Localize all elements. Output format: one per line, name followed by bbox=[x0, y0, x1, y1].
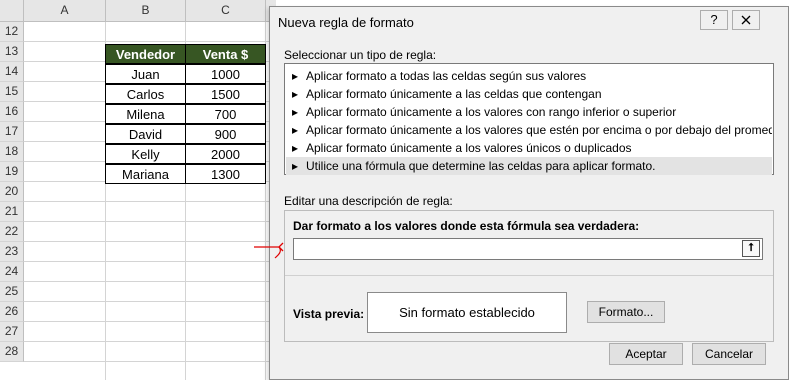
table-cell[interactable]: 1300 bbox=[185, 164, 266, 184]
rule-type-item-selected[interactable]: ▸ Utilice una fórmula que determine las c… bbox=[286, 157, 772, 175]
arrow-up-icon: ⭡ bbox=[748, 242, 754, 254]
arrow-icon: ▸ bbox=[292, 159, 299, 173]
divider bbox=[285, 275, 773, 276]
table-header-vendedor[interactable]: Vendedor bbox=[105, 44, 186, 64]
table-cell[interactable]: 700 bbox=[185, 104, 266, 124]
row-header[interactable]: 25 bbox=[0, 282, 24, 302]
select-all-corner[interactable] bbox=[0, 0, 24, 22]
formula-label: Dar formato a los valores donde esta fór… bbox=[293, 219, 640, 233]
column-header-b[interactable]: B bbox=[106, 0, 186, 22]
formula-input[interactable]: ⭡ bbox=[293, 238, 763, 260]
arrow-icon: ▸ bbox=[292, 123, 299, 137]
row-header[interactable]: 28 bbox=[0, 342, 24, 362]
dialog-titlebar[interactable]: Nueva regla de formato ? bbox=[270, 7, 788, 37]
row-header[interactable]: 17 bbox=[0, 122, 24, 142]
rule-type-item[interactable]: ▸ Aplicar formato únicamente a los valore… bbox=[286, 139, 772, 157]
rule-type-label: Aplicar formato únicamente a los valores… bbox=[306, 123, 772, 137]
row-header[interactable]: 26 bbox=[0, 302, 24, 322]
rule-description-box: Dar formato a los valores donde esta fór… bbox=[284, 210, 774, 342]
rule-type-label: Aplicar formato a todas las celdas según… bbox=[306, 69, 587, 83]
rule-type-label: Aplicar formato únicamente a los valores… bbox=[306, 105, 677, 119]
row-header[interactable]: 16 bbox=[0, 102, 24, 122]
accept-button[interactable]: Aceptar bbox=[609, 343, 683, 365]
row-header[interactable]: 18 bbox=[0, 142, 24, 162]
preview-label: Vista previa: bbox=[293, 307, 365, 321]
close-button[interactable] bbox=[732, 10, 760, 30]
table-cell[interactable]: Milena bbox=[105, 104, 186, 124]
table-cell[interactable]: Juan bbox=[105, 64, 186, 84]
row-header[interactable]: 19 bbox=[0, 162, 24, 182]
edit-rule-description-label: Editar una descripción de regla: bbox=[284, 194, 453, 208]
rule-type-label: Utilice una fórmula que determine las ce… bbox=[306, 159, 656, 173]
rule-type-item[interactable]: ▸ Aplicar formato únicamente a los valore… bbox=[286, 121, 772, 139]
arrow-icon: ▸ bbox=[292, 69, 299, 83]
row-header[interactable]: 20 bbox=[0, 182, 24, 202]
table-cell[interactable]: Kelly bbox=[105, 144, 186, 164]
row-header[interactable]: 14 bbox=[0, 62, 24, 82]
column-header-c[interactable]: C bbox=[186, 0, 266, 22]
preview-box: Sin formato establecido bbox=[367, 292, 567, 333]
row-header[interactable]: 23 bbox=[0, 242, 24, 262]
table-cell[interactable]: David bbox=[105, 124, 186, 144]
cancel-button[interactable]: Cancelar bbox=[692, 343, 766, 365]
annotation-arrow-icon bbox=[254, 242, 284, 259]
arrow-icon: ▸ bbox=[292, 87, 299, 101]
row-header[interactable]: 12 bbox=[0, 22, 24, 42]
rule-type-label: Aplicar formato únicamente a las celdas … bbox=[306, 87, 602, 101]
help-button[interactable]: ? bbox=[700, 10, 728, 30]
table-header-venta[interactable]: Venta $ bbox=[185, 44, 266, 64]
row-header[interactable]: 24 bbox=[0, 262, 24, 282]
rule-type-item[interactable]: ▸ Aplicar formato a todas las celdas segú… bbox=[286, 67, 772, 85]
rule-type-list[interactable]: ▸ Aplicar formato a todas las celdas segú… bbox=[284, 63, 774, 175]
row-header[interactable]: 22 bbox=[0, 222, 24, 242]
arrow-icon: ▸ bbox=[292, 141, 299, 155]
collapse-dialog-button[interactable]: ⭡ bbox=[742, 240, 760, 257]
row-header[interactable]: 15 bbox=[0, 82, 24, 102]
row-header[interactable]: 27 bbox=[0, 322, 24, 342]
close-icon bbox=[741, 15, 751, 25]
table-cell[interactable]: 1000 bbox=[185, 64, 266, 84]
table-cell[interactable]: Mariana bbox=[105, 164, 186, 184]
row-header[interactable]: 13 bbox=[0, 42, 24, 62]
rule-type-label: Aplicar formato únicamente a los valores… bbox=[306, 141, 632, 155]
format-button[interactable]: Formato... bbox=[587, 301, 665, 323]
rule-type-item[interactable]: ▸ Aplicar formato únicamente a las celdas… bbox=[286, 85, 772, 103]
new-format-rule-dialog: Nueva regla de formato ? Seleccionar un … bbox=[269, 6, 789, 380]
select-rule-type-label: Seleccionar un tipo de regla: bbox=[284, 48, 437, 62]
rule-type-item[interactable]: ▸ Aplicar formato únicamente a los valore… bbox=[286, 103, 772, 121]
table-cell[interactable]: Carlos bbox=[105, 84, 186, 104]
row-header[interactable]: 21 bbox=[0, 202, 24, 222]
arrow-icon: ▸ bbox=[292, 105, 299, 119]
table-cell[interactable]: 1500 bbox=[185, 84, 266, 104]
table-cell[interactable]: 900 bbox=[185, 124, 266, 144]
table-cell[interactable]: 2000 bbox=[185, 144, 266, 164]
dialog-title: Nueva regla de formato bbox=[278, 15, 414, 30]
column-header-a[interactable]: A bbox=[24, 0, 106, 22]
